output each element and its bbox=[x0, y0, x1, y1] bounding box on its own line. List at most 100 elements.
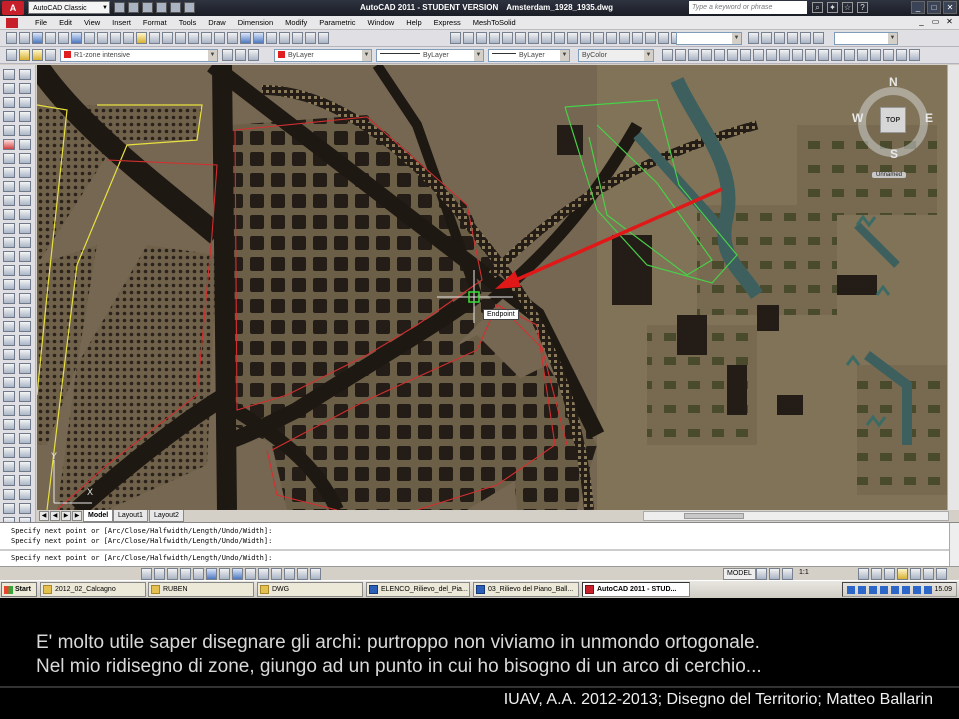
trim-icon[interactable] bbox=[19, 195, 31, 206]
viewcube-top-face[interactable]: TOP bbox=[880, 107, 906, 133]
union-icon[interactable] bbox=[593, 32, 604, 44]
table-icon[interactable] bbox=[3, 307, 15, 318]
menu-item-dimension[interactable]: Dimension bbox=[238, 16, 273, 30]
open-icon[interactable] bbox=[19, 32, 30, 44]
dim-aligned-icon[interactable] bbox=[675, 49, 686, 61]
revolve-icon[interactable] bbox=[554, 32, 565, 44]
multileader-style-icon[interactable] bbox=[761, 32, 772, 44]
drawing-canvas[interactable]: Endpoint TOP N S W E Unnamed Y X bbox=[37, 65, 947, 510]
tool-palettes-icon[interactable] bbox=[266, 32, 277, 44]
layer-states-icon[interactable] bbox=[248, 49, 259, 61]
workspace-switch-icon[interactable] bbox=[884, 568, 895, 580]
edit-text-icon[interactable] bbox=[19, 391, 31, 402]
menu-item-help[interactable]: Help bbox=[406, 16, 421, 30]
dim-diameter-icon[interactable] bbox=[740, 49, 751, 61]
multiline-text-icon[interactable] bbox=[3, 321, 15, 332]
menu-item-parametric[interactable]: Parametric bbox=[319, 16, 355, 30]
align-icon[interactable] bbox=[19, 335, 31, 346]
taskbar-button[interactable]: 2012_02_Calcagno bbox=[40, 582, 146, 597]
redo-icon[interactable] bbox=[175, 32, 186, 44]
extrude-icon[interactable] bbox=[541, 32, 552, 44]
layer-icon[interactable] bbox=[3, 419, 15, 430]
markup-icon[interactable] bbox=[292, 32, 303, 44]
table-style-icon[interactable] bbox=[748, 32, 759, 44]
slice-icon[interactable] bbox=[632, 32, 643, 44]
tab-layout1[interactable]: Layout1 bbox=[113, 510, 148, 522]
materials-icon[interactable] bbox=[3, 447, 15, 458]
region-icon[interactable] bbox=[3, 293, 15, 304]
compass-west[interactable]: W bbox=[852, 111, 863, 125]
cut-icon[interactable] bbox=[97, 32, 108, 44]
image-icon[interactable] bbox=[3, 349, 15, 360]
toolbar-lock-icon[interactable] bbox=[897, 568, 908, 580]
quick-dim-icon[interactable] bbox=[766, 49, 777, 61]
subtract-icon[interactable] bbox=[606, 32, 617, 44]
first-tab-icon[interactable]: ◀ bbox=[39, 511, 49, 521]
ellipse-arc-icon[interactable] bbox=[3, 209, 15, 220]
dim-edit-icon[interactable] bbox=[883, 49, 894, 61]
annotation-scale[interactable]: 1:1 bbox=[799, 568, 809, 578]
menu-item-file[interactable]: File bbox=[35, 16, 47, 30]
section-icon[interactable] bbox=[645, 32, 656, 44]
dim-radius-icon[interactable] bbox=[714, 49, 725, 61]
rectangle-icon[interactable] bbox=[3, 125, 15, 136]
aligned-dim-icon[interactable] bbox=[800, 32, 811, 44]
wipeout-icon[interactable] bbox=[3, 363, 15, 374]
mirror-icon[interactable] bbox=[19, 97, 31, 108]
drawing-icon[interactable] bbox=[6, 18, 18, 28]
display-icon[interactable] bbox=[924, 586, 932, 594]
spline-icon[interactable] bbox=[3, 181, 15, 192]
compass-east[interactable]: E bbox=[925, 111, 933, 125]
sweep-icon[interactable] bbox=[567, 32, 578, 44]
3d-osnap-icon[interactable] bbox=[219, 568, 230, 580]
dim-style-icon[interactable] bbox=[774, 32, 785, 44]
infer-constraints-icon[interactable] bbox=[141, 568, 152, 580]
command-line[interactable]: Specify next point or [Arc/Close/Halfwid… bbox=[0, 522, 959, 567]
lengthen-icon[interactable] bbox=[19, 321, 31, 332]
move-icon[interactable] bbox=[19, 139, 31, 150]
gradient-icon[interactable] bbox=[3, 279, 15, 290]
camera-icon[interactable] bbox=[3, 475, 15, 486]
properties-icon[interactable] bbox=[19, 419, 31, 430]
lock-icon[interactable] bbox=[45, 49, 56, 61]
bluetooth-icon[interactable] bbox=[880, 586, 888, 594]
intersect-icon[interactable] bbox=[619, 32, 630, 44]
menu-item-modify[interactable]: Modify bbox=[285, 16, 307, 30]
dim-jogged-icon[interactable] bbox=[727, 49, 738, 61]
extend-icon[interactable] bbox=[19, 209, 31, 220]
start-button[interactable]: Start bbox=[1, 582, 37, 597]
match-props-icon[interactable] bbox=[19, 433, 31, 444]
freeze-icon[interactable] bbox=[32, 49, 43, 61]
cylinder-icon[interactable] bbox=[502, 32, 513, 44]
taskbar-button[interactable]: ELENCO_Rilievo_del_Pia... bbox=[366, 582, 470, 597]
ortho-icon[interactable] bbox=[180, 568, 191, 580]
point-icon[interactable] bbox=[3, 251, 15, 262]
taskbar-button[interactable]: 03_Rilievo del Piano_Ball... bbox=[473, 582, 579, 597]
grid-icon[interactable] bbox=[167, 568, 178, 580]
taskbar-button-autocad[interactable]: AutoCAD 2011 - STUD... bbox=[582, 582, 690, 597]
update-icon[interactable] bbox=[913, 586, 921, 594]
design-center-icon[interactable] bbox=[253, 32, 264, 44]
annotation-visibility-icon[interactable] bbox=[858, 568, 869, 580]
save-icon[interactable] bbox=[32, 32, 43, 44]
sheet-set-icon[interactable] bbox=[279, 32, 290, 44]
construction-line-icon[interactable] bbox=[3, 83, 15, 94]
linear-dim-icon[interactable] bbox=[787, 32, 798, 44]
subscription-icon[interactable]: ✦ bbox=[827, 2, 838, 13]
ucs-menu[interactable]: Unnamed bbox=[872, 172, 907, 178]
menu-item-draw[interactable]: Draw bbox=[208, 16, 226, 30]
donut-icon[interactable] bbox=[3, 377, 15, 388]
close-icon[interactable]: ✕ bbox=[944, 17, 955, 28]
autoscale-icon[interactable] bbox=[871, 568, 882, 580]
copy-icon[interactable] bbox=[110, 32, 121, 44]
zoom-realtime-icon[interactable] bbox=[201, 32, 212, 44]
line-icon[interactable] bbox=[3, 69, 15, 80]
pan-icon[interactable] bbox=[188, 32, 199, 44]
make-block-icon[interactable] bbox=[3, 237, 15, 248]
horizontal-scrollbar[interactable] bbox=[643, 511, 949, 521]
stretch-icon[interactable] bbox=[19, 181, 31, 192]
close-icon[interactable]: ✕ bbox=[943, 1, 957, 14]
next-tab-icon[interactable]: ▶ bbox=[61, 511, 71, 521]
walk-icon[interactable] bbox=[3, 489, 15, 500]
dim-linear-icon[interactable] bbox=[662, 49, 673, 61]
